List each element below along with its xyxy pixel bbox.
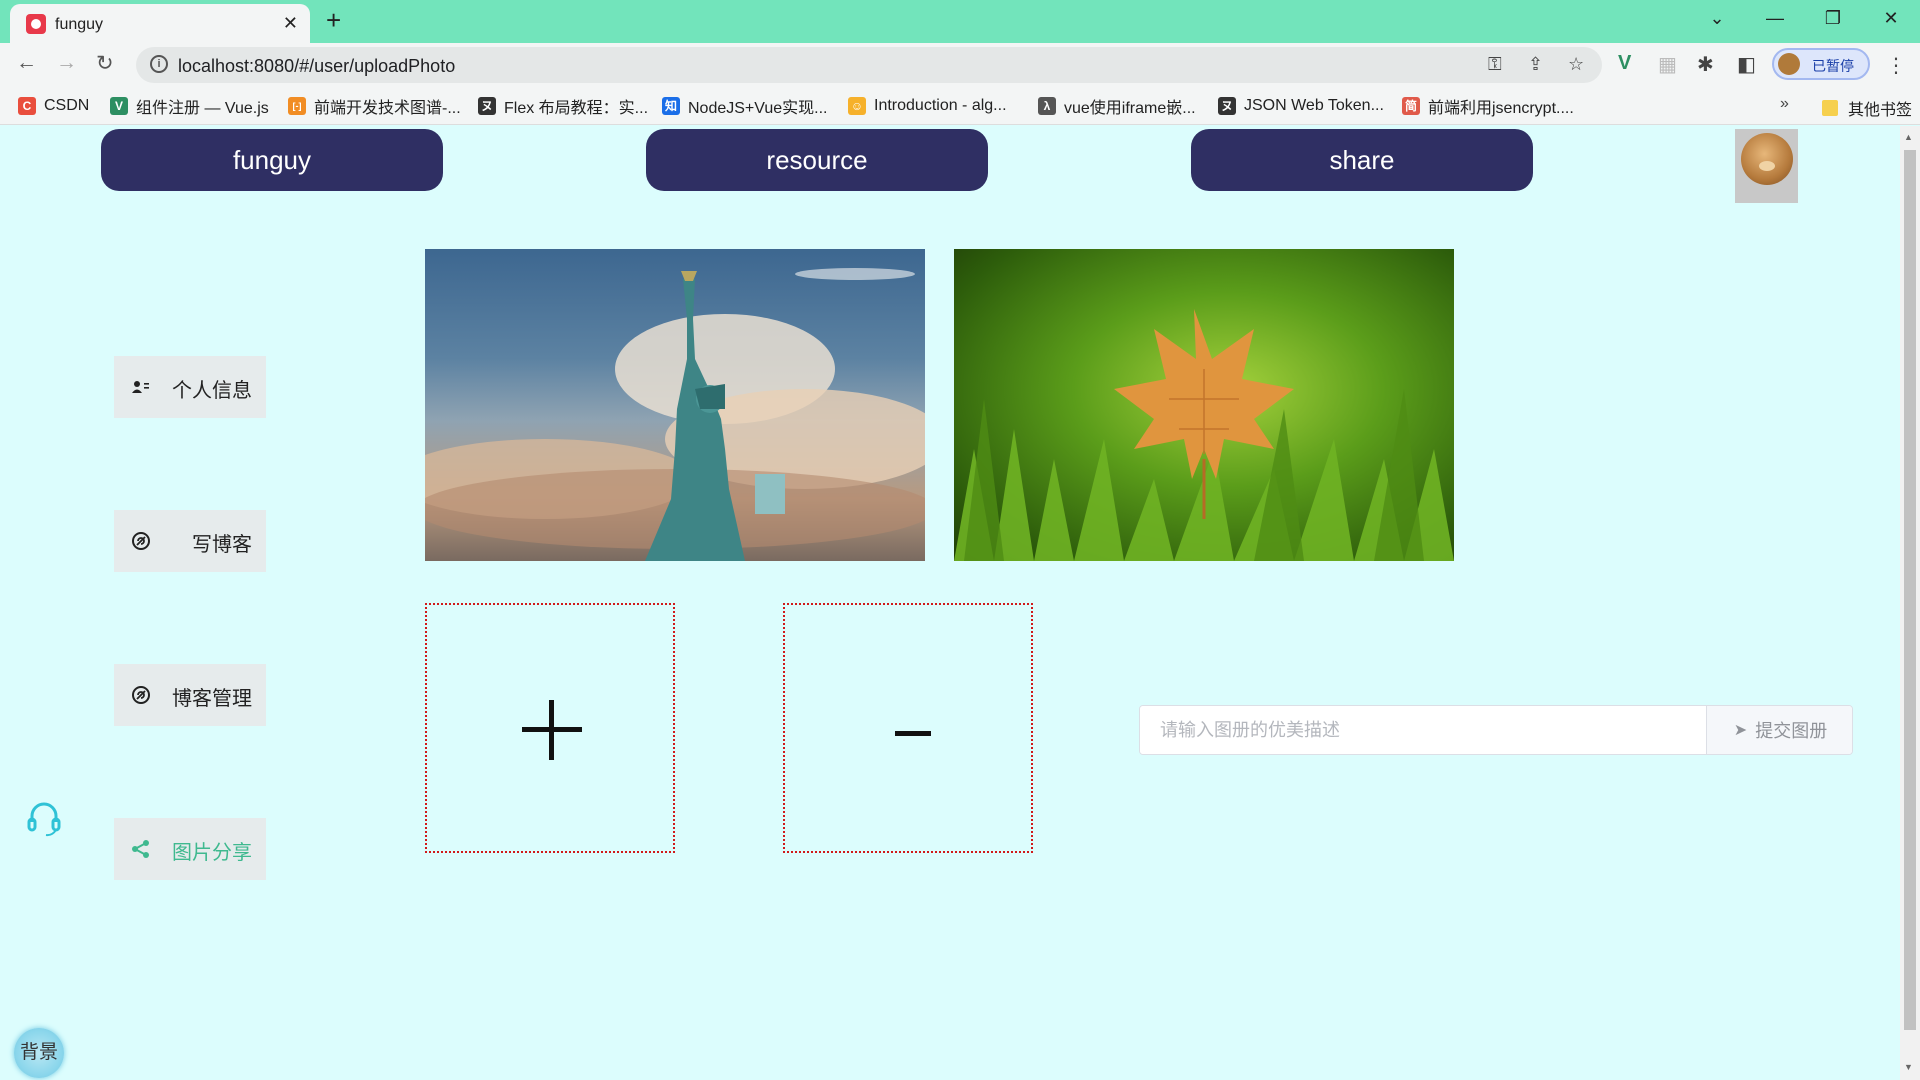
site-info-icon[interactable]: i [150,55,168,73]
scroll-up-arrow-icon[interactable]: ▲ [1904,132,1913,142]
bookmark-favicon-icon: ヌ [1218,97,1236,115]
background-toggle-button[interactable]: 背景 [14,1028,64,1078]
bookmark-item[interactable]: ヌ Flex 布局教程：实... [478,96,648,117]
bookmark-favicon-icon: 知 [662,97,680,115]
bookmark-item[interactable]: λ vue使用iframe嵌... [1038,96,1196,117]
paper-plane-icon: ➤ [1733,722,1748,739]
swirl-icon [132,532,150,550]
back-button[interactable]: ← [16,51,37,75]
plus-icon-vertical [549,700,554,760]
window-controls: ⌄ — ❐ ✕ [1688,0,1920,38]
bookmark-item[interactable]: [-] 前端开发技术图谱-... [288,96,461,117]
bear-avatar-icon [1741,133,1793,185]
submit-album-button[interactable]: ➤ 提交图册 [1706,706,1852,754]
maple-leaf-photo[interactable] [954,249,1454,561]
browser-tab[interactable]: funguy ✕ [10,4,310,43]
side-panel-icon[interactable]: ◧ [1737,52,1756,77]
other-bookmarks-folder[interactable]: 其他书签 [1822,96,1912,120]
key-icon[interactable]: ⚿ [1488,54,1502,75]
extensions-puzzle-icon[interactable]: ✱ [1697,52,1714,77]
url-text[interactable]: localhost:8080/#/user/uploadPhoto [178,56,455,77]
folder-icon [1822,100,1838,116]
close-window-button[interactable]: ✕ [1862,0,1920,38]
restore-button[interactable]: ❐ [1804,0,1862,38]
remove-photo-button[interactable] [783,603,1033,853]
bookmark-favicon-icon: V [110,97,128,115]
bookmark-item[interactable]: ☺ Introduction - alg... [848,96,1007,116]
statue-of-liberty-image [425,268,925,561]
share-icon [132,840,149,858]
nav-share-button[interactable]: share [1191,129,1533,191]
sidebar-item-label: 图片分享 [172,842,252,864]
bookmark-favicon-icon: 简 [1402,97,1420,115]
minimize-button[interactable]: — [1746,0,1804,38]
address-bar[interactable]: i localhost:8080/#/user/uploadPhoto ⚿ ⇪ … [136,47,1602,83]
forward-button[interactable]: → [56,51,77,75]
tab-title: funguy [55,16,104,33]
album-description-group: ➤ 提交图册 [1139,705,1853,755]
statue-of-liberty-photo[interactable] [425,249,925,561]
bookmark-item[interactable]: V 组件注册 — Vue.js [110,96,269,117]
profile-button[interactable]: 已暂停 [1772,48,1870,80]
bookmark-favicon-icon: λ [1038,97,1056,115]
swirl-icon [132,686,150,704]
bookmark-item[interactable]: ヌ JSON Web Token... [1218,96,1384,116]
album-description-input[interactable] [1140,706,1706,754]
add-photo-button[interactable] [425,603,675,853]
tab-close-icon[interactable]: ✕ [283,13,298,34]
sidebar-item-label: 个人信息 [172,380,252,402]
vue-devtools-extension-icon[interactable]: V [1618,52,1631,75]
user-avatar[interactable] [1735,129,1798,203]
bookmark-item[interactable]: C CSDN [18,96,89,116]
bookmark-item[interactable]: 知 NodeJS+Vue实现... [662,96,827,117]
sidebar-item-photo-share[interactable]: 图片分享 [114,818,266,880]
reload-button[interactable]: ↻ [96,51,114,76]
sidebar-item-write-blog[interactable]: 写博客 [114,510,266,572]
browser-tab-bar: funguy ✕ + ⌄ — ❐ ✕ [0,0,1920,43]
page-content: funguy resource share 个人信息 写博客 博客管理 图片分享 [0,126,1900,1080]
sidebar-item-profile[interactable]: 个人信息 [114,356,266,418]
sidebar-item-blog-manage[interactable]: 博客管理 [114,664,266,726]
bookmarks-overflow-button[interactable]: » [1780,95,1789,113]
submit-album-label: 提交图册 [1755,721,1828,741]
bookmark-favicon-icon: C [18,97,36,115]
sidebar-item-label: 写博客 [192,534,252,556]
sidebar-item-label: 博客管理 [172,688,252,710]
bookmark-item[interactable]: 简前端利用jsencrypt.... [1402,96,1574,117]
bookmark-favicon-icon: ☺ [848,97,866,115]
user-card-icon [132,381,149,393]
headset-icon[interactable] [24,798,64,838]
minus-icon [895,731,931,736]
share-page-icon[interactable]: ⇪ [1528,54,1543,75]
nav-funguy-button[interactable]: funguy [101,129,443,191]
tab-search-chevron-icon[interactable]: ⌄ [1688,0,1746,38]
page-scrollbar[interactable]: ▲ ▼ [1900,126,1920,1080]
bookmark-favicon-icon: ヌ [478,97,496,115]
bookmark-favicon-icon: [-] [288,97,306,115]
profile-status: 已暂停 [1812,58,1854,74]
browser-menu-icon[interactable]: ⋮ [1886,53,1906,78]
bookmarks-bar: C CSDN V 组件注册 — Vue.js [-] 前端开发技术图谱-... ヌ Fl… [0,87,1920,125]
nav-resource-button[interactable]: resource [646,129,988,191]
bookmark-star-icon[interactable]: ☆ [1568,54,1584,75]
tab-favicon-icon [26,14,46,34]
browser-toolbar: ← → ↻ i localhost:8080/#/user/uploadPhot… [0,43,1920,87]
scroll-down-arrow-icon[interactable]: ▼ [1904,1062,1913,1072]
new-tab-button[interactable]: + [326,6,341,34]
maple-leaf-image [954,309,1454,561]
profile-avatar [1778,53,1800,75]
extension-icon[interactable]: ▦ [1658,52,1677,77]
scrollbar-thumb[interactable] [1904,150,1916,1030]
